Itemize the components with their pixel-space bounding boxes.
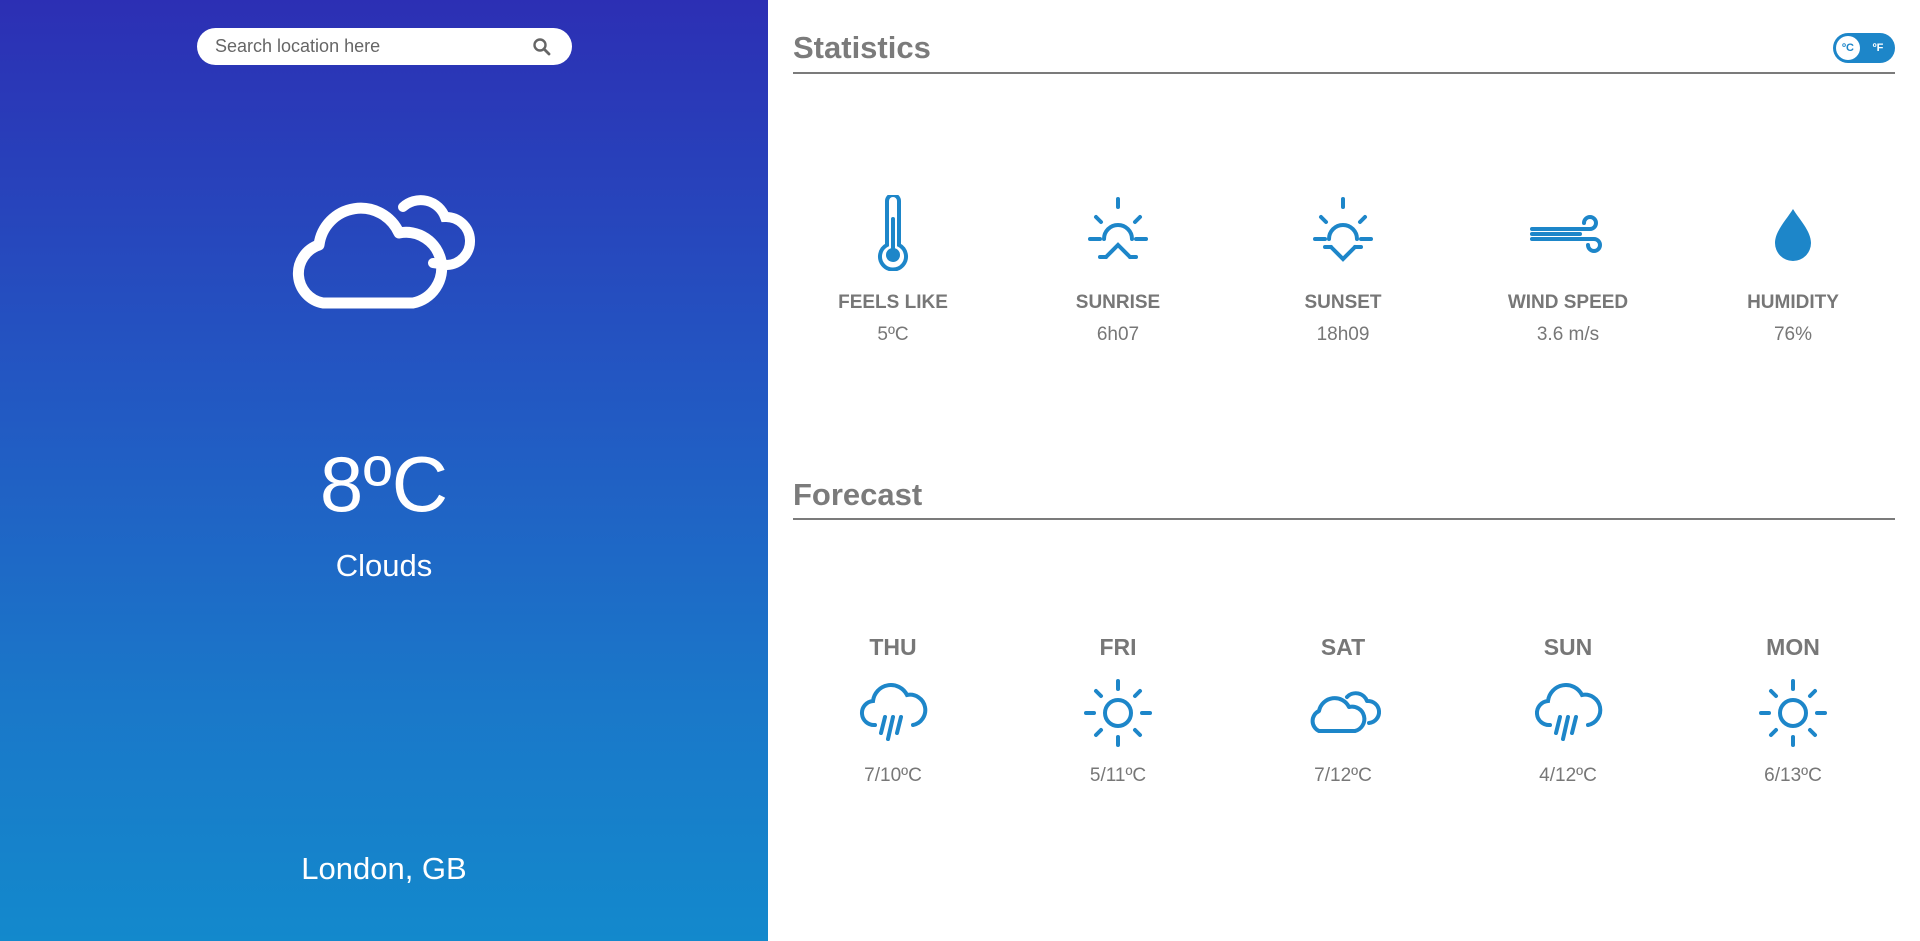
stat-humidity: HUMIDITY 76% [1693,195,1893,346]
unit-toggle[interactable]: ºC ºF [1833,33,1895,63]
stat-sunset: SUNSET 18h09 [1243,195,1443,346]
stat-label: WIND SPEED [1507,292,1629,313]
sun-icon [1759,679,1827,747]
clouds-icon [292,195,475,309]
forecast-day-mon: MON 6/13ºC [1693,634,1893,787]
search-bar [197,28,572,65]
search-icon[interactable] [532,37,552,57]
rain-icon [860,683,928,741]
forecast-day-label: SAT [1320,634,1366,660]
stat-label: SUNRISE [1075,292,1161,313]
forecast-range: 6/13ºC [1764,765,1822,786]
stat-value: 5ºC [877,324,909,345]
forecast-day-label: THU [869,634,917,660]
forecast-range: 4/12ºC [1539,765,1597,786]
forecast-day-label: SUN [1543,634,1593,660]
sunrise-icon [1088,197,1148,259]
weather-condition: Clouds [335,548,433,583]
stat-value: 18h09 [1316,324,1370,345]
location-name: London, GB [301,851,467,886]
statistics-title: Statistics [793,30,931,65]
forecast-day-sun: SUN 4/12ºC [1468,634,1668,787]
sunset-icon [1313,197,1373,262]
stat-wind-speed: WIND SPEED 3.6 m/s [1468,195,1668,346]
current-temperature: 8ºC [319,440,449,528]
stat-label: SUNSET [1304,292,1382,313]
humidity-drop-icon [1775,209,1811,261]
current-weather-panel: 8ºC Clouds London, GB [0,0,768,941]
forecast-title: Forecast [793,477,923,512]
fahrenheit-label[interactable]: ºF [1866,36,1890,60]
stat-value: 6h07 [1096,324,1140,345]
thermometer-icon [878,195,908,271]
forecast-day-label: MON [1766,634,1820,660]
forecast-range: 7/12ºC [1314,765,1372,786]
celsius-label[interactable]: ºC [1836,36,1860,60]
statistics-divider [793,72,1895,74]
forecast-day-label: FRI [1099,634,1137,660]
forecast-divider [793,518,1895,520]
forecast-range: 5/11ºC [1089,765,1147,786]
forecast-day-sat: SAT 7/12ºC [1243,634,1443,787]
stat-value: 76% [1773,324,1813,345]
stat-label: FEELS LIKE [838,292,948,313]
rain-icon [1535,683,1603,741]
cloud-icon [1310,691,1382,733]
stat-label: HUMIDITY [1747,292,1839,313]
search-input[interactable] [215,28,525,65]
stat-feels-like: FEELS LIKE 5ºC [793,195,993,346]
forecast-day-fri: FRI 5/11ºC [1018,634,1218,787]
stat-value: 3.6 m/s [1536,324,1600,345]
forecast-range: 7/10ºC [864,765,922,786]
wind-icon [1530,215,1602,253]
sun-icon [1084,679,1152,747]
stat-sunrise: SUNRISE 6h07 [1018,195,1218,346]
forecast-day-thu: THU 7/10ºC [793,634,993,787]
